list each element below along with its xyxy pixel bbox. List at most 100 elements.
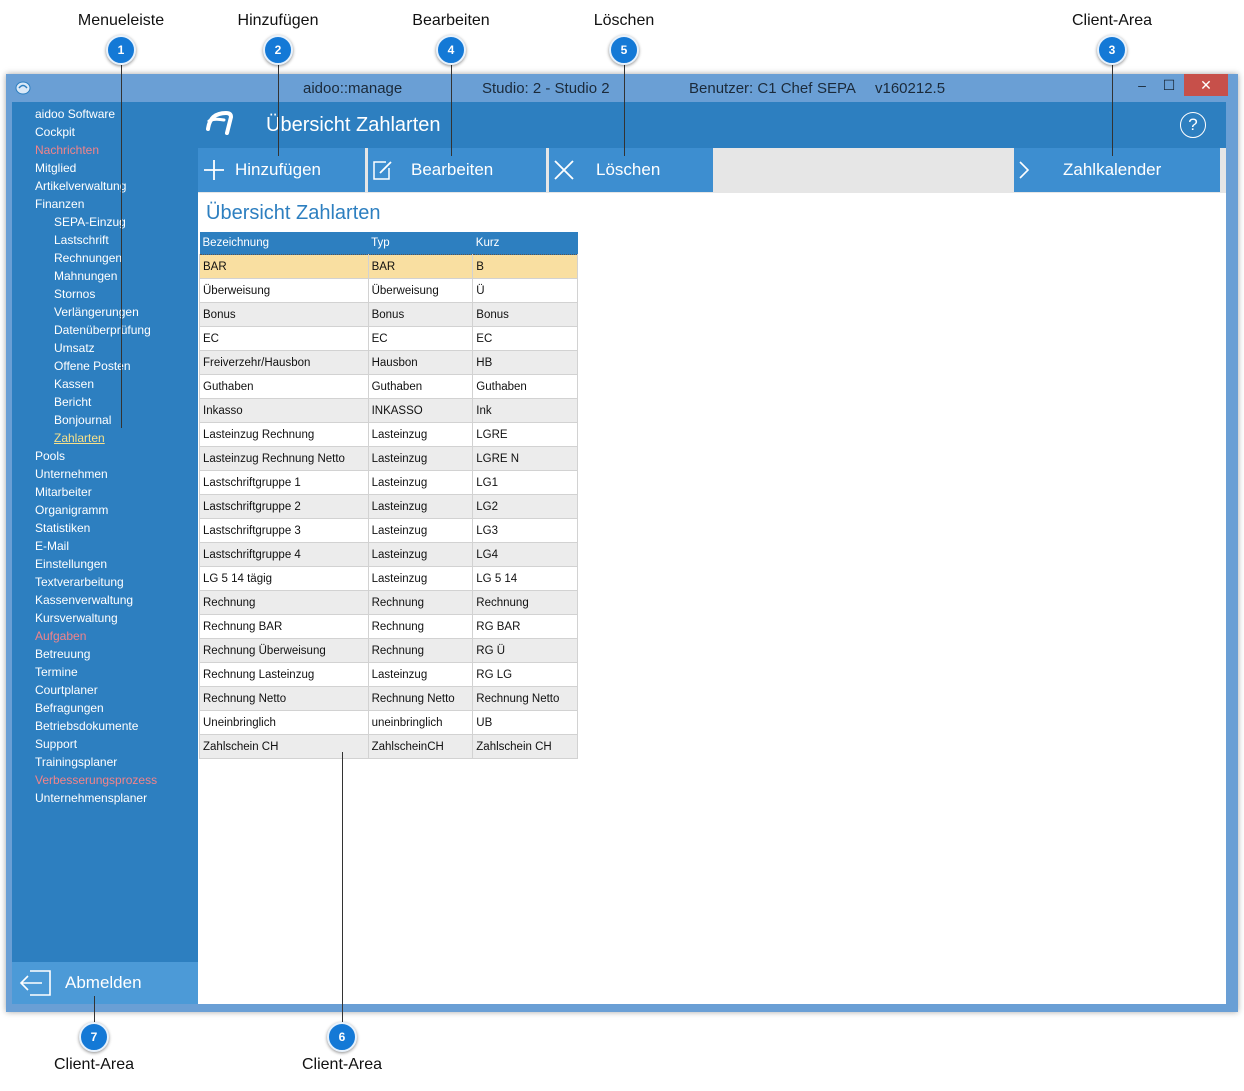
sidebar-item-kassenverwaltung[interactable]: Kassenverwaltung (35, 593, 133, 607)
table-row[interactable]: Lastschriftgruppe 1 Lasteinzug LG1 (199, 470, 578, 495)
column-header-type[interactable]: Typ (368, 232, 473, 255)
title-bar[interactable]: aidoo::manage Studio: 2 - Studio 2 Benut… (6, 74, 1238, 102)
sidebar-item-bericht[interactable]: Bericht (54, 395, 91, 409)
cell-name[interactable]: EC (199, 326, 369, 351)
cell-short[interactable]: Bonus (472, 302, 578, 327)
cell-type[interactable]: EC (367, 326, 474, 351)
cell-type[interactable]: BAR (367, 254, 474, 279)
sidebar-item-unternehmen[interactable]: Unternehmen (35, 467, 108, 481)
table-row[interactable]: BAR BAR B (199, 254, 578, 279)
table-row[interactable]: Guthaben Guthaben Guthaben (199, 374, 578, 399)
table-row[interactable]: Rechnung BAR Rechnung RG BAR (199, 614, 578, 639)
cell-type[interactable]: Lasteinzug (367, 446, 474, 471)
sidebar-item-mitarbeiter[interactable]: Mitarbeiter (35, 485, 92, 499)
sidebar-item-einstellungen[interactable]: Einstellungen (35, 557, 107, 571)
cell-name[interactable]: Lastschriftgruppe 3 (199, 518, 369, 543)
sidebar-item-bonjournal[interactable]: Bonjournal (54, 413, 111, 427)
cell-type[interactable]: Lasteinzug (367, 494, 474, 519)
table-row[interactable]: Rechnung Netto Rechnung Netto Rechnung Net… (199, 686, 578, 711)
sidebar-item-rechnungen[interactable]: Rechnungen (54, 251, 122, 265)
table-row[interactable]: Lasteinzug Rechnung Netto Lasteinzug LGRE … (199, 446, 578, 471)
logout-button[interactable]: Abmelden (12, 962, 198, 1004)
table-row[interactable]: Bonus Bonus Bonus (199, 302, 578, 327)
sidebar-item-lastschrift[interactable]: Lastschrift (54, 233, 109, 247)
sidebar-item-cockpit[interactable]: Cockpit (35, 125, 75, 139)
sidebar-item-verlängerungen[interactable]: Verlängerungen (54, 305, 139, 319)
sidebar-item-kassen[interactable]: Kassen (54, 377, 94, 391)
sidebar-item-termine[interactable]: Termine (35, 665, 78, 679)
cell-name[interactable]: Rechnung (199, 590, 369, 615)
cell-type[interactable]: Rechnung (367, 590, 474, 615)
cell-short[interactable]: Rechnung (472, 590, 578, 615)
table-row[interactable]: Lasteinzug Rechnung Lasteinzug LGRE (199, 422, 578, 447)
sidebar-item-mahnungen[interactable]: Mahnungen (54, 269, 117, 283)
help-icon[interactable]: ? (1180, 112, 1206, 138)
cell-name[interactable]: BAR (199, 254, 369, 279)
cell-name[interactable]: Lasteinzug Rechnung Netto (199, 446, 369, 471)
table-row[interactable]: Zahlschein CH ZahlscheinCH Zahlschein CH (199, 734, 578, 759)
cell-name[interactable]: Inkasso (199, 398, 369, 423)
sidebar-item-sepa-einzug[interactable]: SEPA-Einzug (54, 215, 126, 229)
cell-short[interactable]: RG Ü (472, 638, 578, 663)
cell-short[interactable]: LG1 (472, 470, 578, 495)
sidebar-item-kursverwaltung[interactable]: Kursverwaltung (35, 611, 118, 625)
add-button[interactable]: Hinzufügen (198, 148, 365, 192)
sidebar-item-umsatz[interactable]: Umsatz (54, 341, 95, 355)
sidebar-item-pools[interactable]: Pools (35, 449, 65, 463)
sidebar-item-befragungen[interactable]: Befragungen (35, 701, 104, 715)
table-row[interactable]: Lastschriftgruppe 3 Lasteinzug LG3 (199, 518, 578, 543)
cell-short[interactable]: LG2 (472, 494, 578, 519)
sidebar-item-aidoo-software[interactable]: aidoo Software (35, 107, 115, 121)
cell-short[interactable]: LG 5 14 (472, 566, 578, 591)
sidebar-item-statistiken[interactable]: Statistiken (35, 521, 90, 535)
cell-short[interactable]: EC (472, 326, 578, 351)
cell-short[interactable]: Ü (472, 278, 578, 303)
sidebar-item-zahlarten[interactable]: Zahlarten (54, 431, 105, 445)
cell-type[interactable]: Lasteinzug (367, 542, 474, 567)
cell-type[interactable]: Überweisung (367, 278, 474, 303)
table-row[interactable]: Uneinbringlich uneinbringlich UB (199, 710, 578, 735)
cell-type[interactable]: ZahlscheinCH (367, 734, 474, 759)
table-row[interactable]: Rechnung Überweisung Rechnung RG Ü (199, 638, 578, 663)
cell-name[interactable]: Rechnung BAR (199, 614, 369, 639)
sidebar-item-support[interactable]: Support (35, 737, 77, 751)
close-button[interactable]: ✕ (1184, 74, 1228, 96)
sidebar-item-betriebsdokumente[interactable]: Betriebsdokumente (35, 719, 138, 733)
cell-type[interactable]: Lasteinzug (367, 518, 474, 543)
cell-name[interactable]: Überweisung (199, 278, 369, 303)
cell-short[interactable]: RG BAR (472, 614, 578, 639)
table-row[interactable]: Rechnung Rechnung Rechnung (199, 590, 578, 615)
cell-type[interactable]: Rechnung (367, 638, 474, 663)
cell-short[interactable]: Zahlschein CH (472, 734, 578, 759)
sidebar-item-courtplaner[interactable]: Courtplaner (35, 683, 98, 697)
cell-name[interactable]: Lastschriftgruppe 1 (199, 470, 369, 495)
cell-type[interactable]: Hausbon (367, 350, 474, 375)
cell-type[interactable]: Guthaben (367, 374, 474, 399)
sidebar-item-trainingsplaner[interactable]: Trainingsplaner (35, 755, 117, 769)
cell-short[interactable]: LG3 (472, 518, 578, 543)
cell-short[interactable]: Ink (472, 398, 578, 423)
cell-type[interactable]: Bonus (367, 302, 474, 327)
cell-name[interactable]: LG 5 14 tägig (199, 566, 369, 591)
sidebar-item-finanzen[interactable]: Finanzen (35, 197, 84, 211)
sidebar-item-offene-posten[interactable]: Offene Posten (54, 359, 131, 373)
cell-name[interactable]: Freiverzehr/Hausbon (199, 350, 369, 375)
edit-button[interactable]: Bearbeiten (368, 148, 546, 192)
cell-type[interactable]: INKASSO (367, 398, 474, 423)
column-header-name[interactable]: Bezeichnung (199, 232, 369, 255)
cell-name[interactable]: Rechnung Lasteinzug (199, 662, 369, 687)
cell-type[interactable]: Lasteinzug (367, 566, 474, 591)
table-row[interactable]: Freiverzehr/Hausbon Hausbon HB (199, 350, 578, 375)
cell-type[interactable]: Lasteinzug (367, 470, 474, 495)
table-row[interactable]: EC EC EC (199, 326, 578, 351)
cell-type[interactable]: Rechnung Netto (367, 686, 474, 711)
cell-type[interactable]: uneinbringlich (367, 710, 474, 735)
cell-short[interactable]: UB (472, 710, 578, 735)
sidebar-item-aufgaben[interactable]: Aufgaben (35, 629, 86, 643)
cell-name[interactable]: Lasteinzug Rechnung (199, 422, 369, 447)
cell-type[interactable]: Lasteinzug (367, 662, 474, 687)
maximize-button[interactable]: ☐ (1157, 74, 1181, 96)
table-row[interactable]: Überweisung Überweisung Ü (199, 278, 578, 303)
sidebar-item-nachrichten[interactable]: Nachrichten (35, 143, 99, 157)
cell-name[interactable]: Rechnung Überweisung (199, 638, 369, 663)
